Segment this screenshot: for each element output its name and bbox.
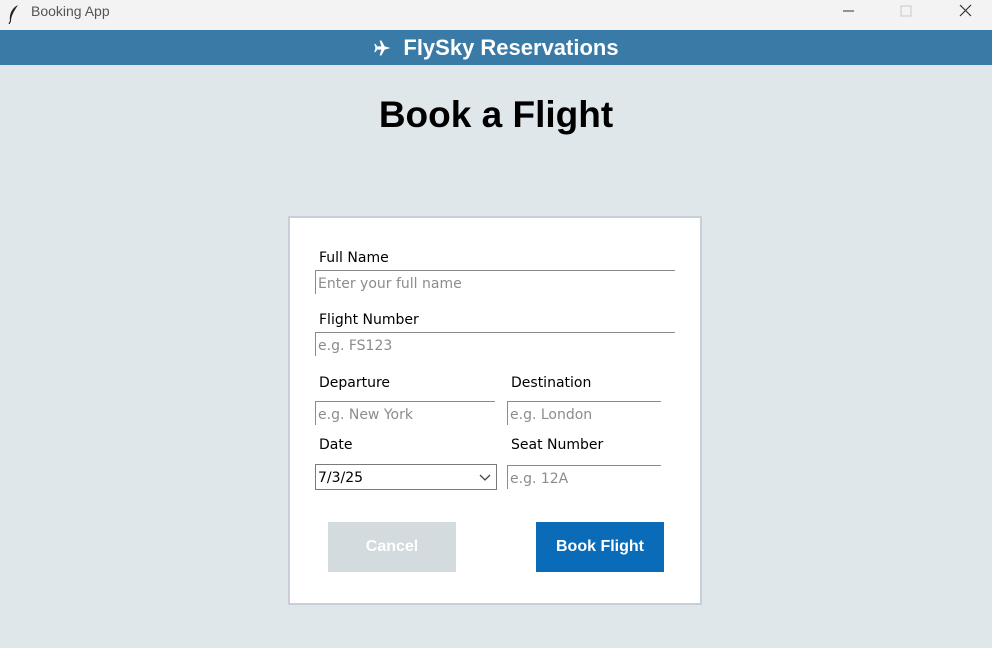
departure-label: Departure [319, 375, 391, 391]
close-button[interactable] [936, 0, 992, 30]
window-title: Booking App [31, 3, 110, 19]
full-name-label: Full Name [319, 250, 389, 266]
cancel-button[interactable]: Cancel [328, 522, 456, 572]
flight-number-label: Flight Number [319, 312, 419, 328]
departure-input[interactable] [315, 401, 495, 425]
destination-label: Destination [511, 375, 592, 391]
book-flight-button[interactable]: Book Flight [536, 522, 664, 572]
seat-number-input[interactable] [507, 465, 661, 489]
feather-icon [8, 5, 18, 24]
maximize-button[interactable] [876, 0, 934, 30]
window-titlebar: Booking App [0, 0, 992, 30]
full-name-input[interactable] [315, 270, 675, 294]
booking-form: Full Name Flight Number Departure Destin… [288, 216, 702, 605]
minimize-icon [843, 10, 854, 12]
destination-input[interactable] [507, 401, 661, 425]
app-title: FlySky Reservations [403, 34, 619, 60]
date-picker[interactable]: 7/3/25 [315, 464, 497, 490]
flight-number-input[interactable] [315, 332, 675, 356]
seat-number-label: Seat Number [511, 437, 604, 453]
maximize-icon [900, 5, 912, 17]
airplane-icon [374, 40, 391, 55]
app-header: FlySky Reservations [0, 30, 992, 65]
date-label: Date [319, 437, 353, 453]
page-title: Book a Flight [378, 94, 614, 135]
chevron-down-icon [479, 474, 491, 481]
close-icon [959, 4, 972, 17]
minimize-button[interactable] [820, 0, 878, 30]
date-value: 7/3/25 [318, 470, 364, 486]
